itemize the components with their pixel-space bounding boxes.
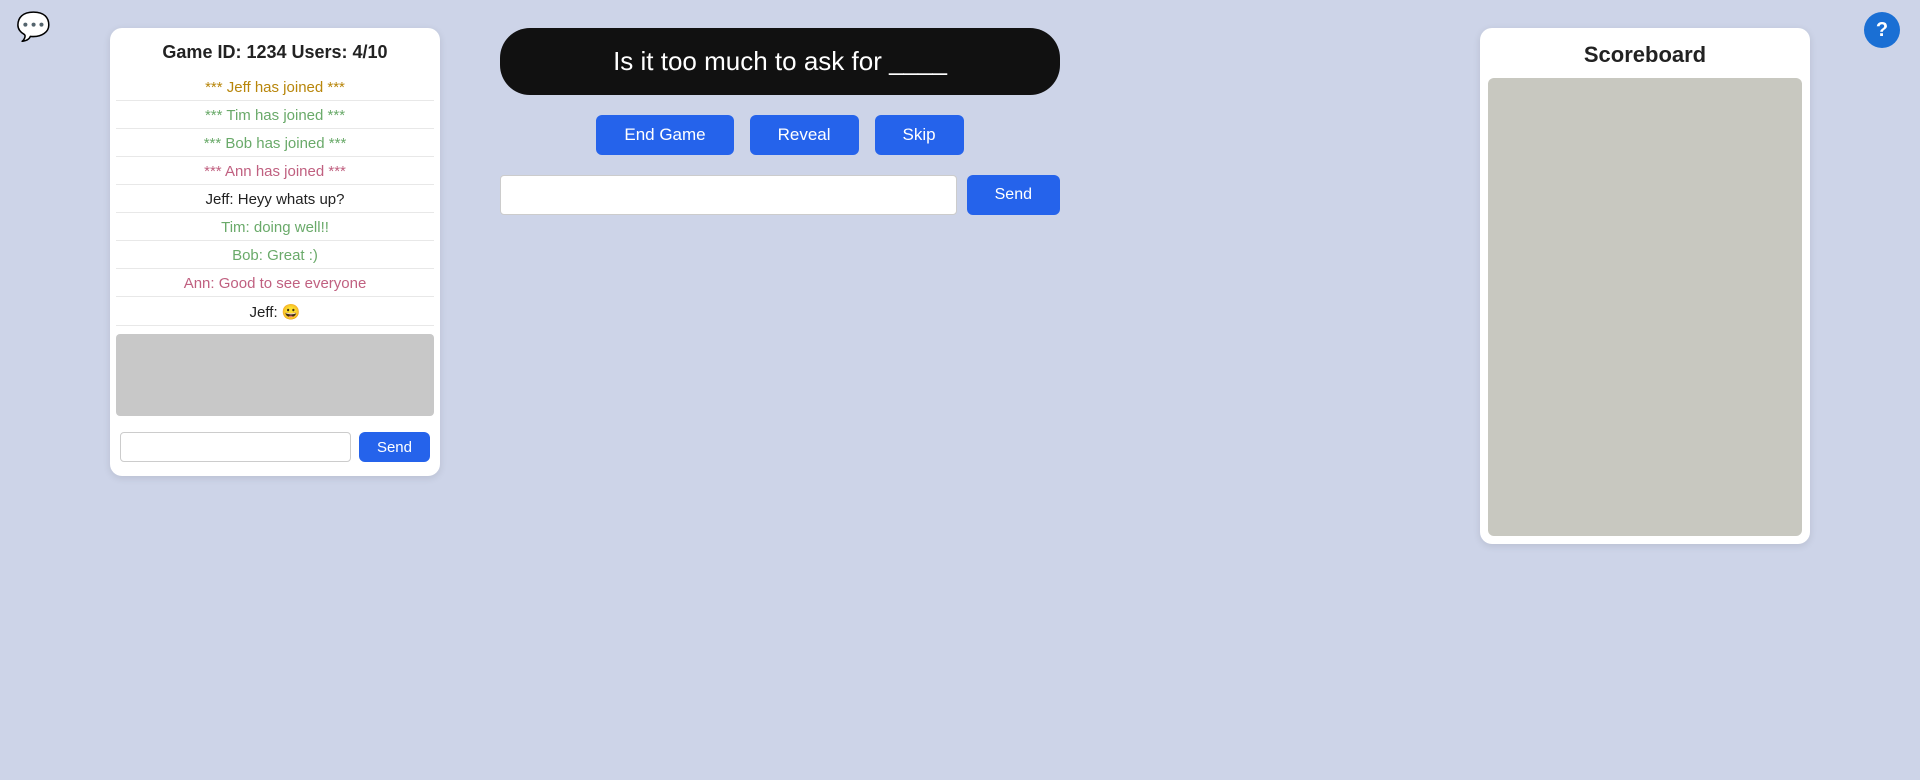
chat-input[interactable] — [120, 432, 351, 462]
chat-messages: *** Jeff has joined ****** Tim has joine… — [110, 75, 440, 326]
chat-message: *** Bob has joined *** — [116, 131, 434, 157]
chat-message: *** Ann has joined *** — [116, 159, 434, 185]
action-buttons: End Game Reveal Skip — [596, 115, 963, 155]
chat-message: Ann: Good to see everyone — [116, 271, 434, 297]
chat-panel: Game ID: 1234 Users: 4/10 *** Jeff has j… — [110, 28, 440, 476]
end-game-button[interactable]: End Game — [596, 115, 733, 155]
chat-input-row: Send — [110, 424, 440, 462]
chat-message: Bob: Great :) — [116, 243, 434, 269]
chat-icon: 💬 — [16, 10, 51, 43]
scoreboard-title: Scoreboard — [1480, 42, 1810, 68]
chat-send-button[interactable]: Send — [359, 432, 430, 462]
reveal-button[interactable]: Reveal — [750, 115, 859, 155]
answer-send-button[interactable]: Send — [967, 175, 1060, 215]
answer-row: Send — [500, 175, 1060, 215]
scoreboard-panel: Scoreboard — [1480, 28, 1810, 544]
game-info: Game ID: 1234 Users: 4/10 — [110, 42, 440, 63]
center-panel: Is it too much to ask for ____ End Game … — [500, 28, 1060, 215]
chat-message: Tim: doing well!! — [116, 215, 434, 241]
answer-input[interactable] — [500, 175, 957, 215]
chat-message: Jeff: 😀 — [116, 299, 434, 326]
help-icon[interactable]: ? — [1864, 12, 1900, 48]
chat-message: *** Jeff has joined *** — [116, 75, 434, 101]
chat-message: *** Tim has joined *** — [116, 103, 434, 129]
question-banner: Is it too much to ask for ____ — [500, 28, 1060, 95]
scoreboard-content — [1488, 78, 1802, 536]
chat-message: Jeff: Heyy whats up? — [116, 187, 434, 213]
chat-image-placeholder — [116, 334, 434, 416]
skip-button[interactable]: Skip — [875, 115, 964, 155]
